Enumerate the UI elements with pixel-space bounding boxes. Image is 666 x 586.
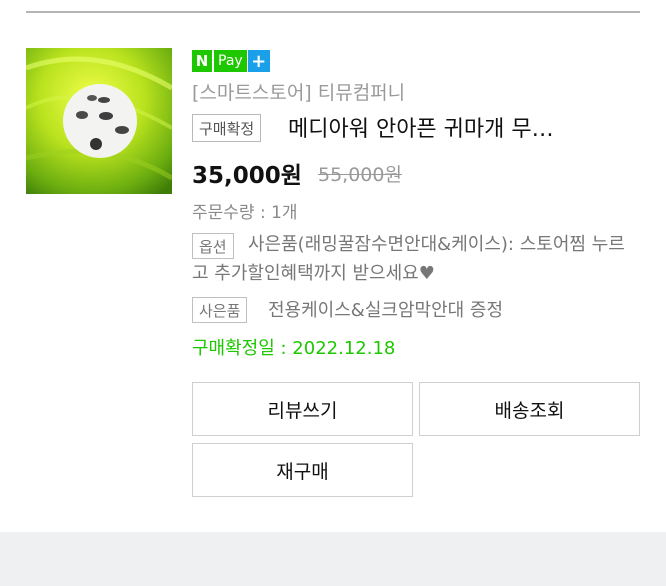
section-separator: [0, 532, 666, 586]
pay-label: Pay: [214, 50, 247, 72]
store-name[interactable]: [스마트스토어] 티뮤컴퍼니: [192, 78, 405, 105]
gift-text: 전용케이스&실크암막안대 증정: [268, 300, 504, 321]
option-tag: 옵션: [192, 233, 234, 259]
status-tag: 구매확정: [192, 114, 262, 142]
plus-icon: +: [247, 50, 270, 72]
top-divider: [26, 11, 640, 13]
sale-price: 35,000원: [192, 163, 302, 189]
naver-n-logo: N: [192, 50, 212, 72]
gift-tag: 사은품: [192, 297, 248, 323]
rebuy-button[interactable]: 재구매: [192, 443, 413, 497]
purchase-confirm-date: 구매확정일 : 2022.12.18: [192, 338, 396, 359]
option-text: 사은품(래밍꿀잠수면안대&케이스): 스토어찜 누르고 추가할인혜택까지 받으세…: [192, 234, 625, 284]
write-review-button[interactable]: 리뷰쓰기: [192, 382, 413, 436]
order-quantity: 주문수량 : 1개: [192, 203, 298, 223]
product-thumbnail[interactable]: [26, 48, 172, 194]
track-delivery-button[interactable]: 배송조회: [419, 382, 640, 436]
original-price: 55,000원: [318, 164, 402, 186]
product-name[interactable]: 메디아워 안아픈 귀마개 무…: [288, 111, 648, 143]
naver-pay-plus-badge: N Pay +: [192, 50, 270, 72]
